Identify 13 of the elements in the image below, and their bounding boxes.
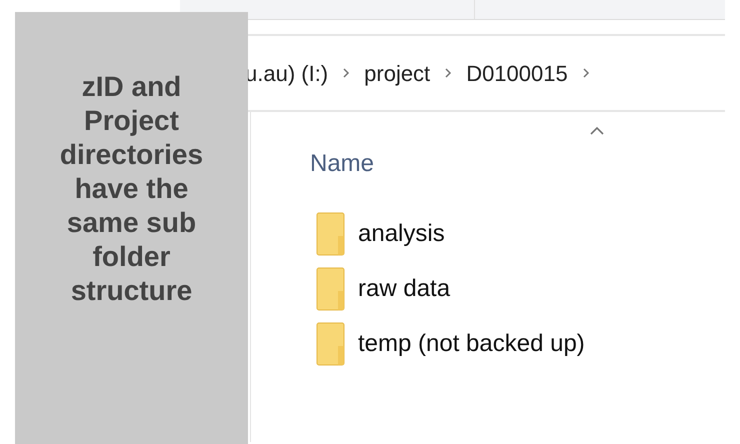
callout-text: zID and Project directories have the same sub folder structure: [58, 70, 204, 308]
breadcrumb-item[interactable]: D0100015: [466, 56, 568, 90]
folder-icon: [316, 212, 346, 256]
chevron-right-icon: [342, 67, 350, 79]
breadcrumb-item[interactable]: project: [364, 56, 430, 90]
folder-icon: [316, 322, 346, 366]
file-item[interactable]: analysis: [316, 212, 445, 256]
column-header[interactable]: Name: [310, 146, 374, 182]
chevron-right-icon: [582, 67, 590, 79]
chevron-right-icon: [444, 67, 452, 79]
folder-icon: [316, 267, 346, 311]
file-item[interactable]: temp (not backed up): [316, 322, 585, 366]
file-item[interactable]: raw data: [316, 267, 450, 311]
